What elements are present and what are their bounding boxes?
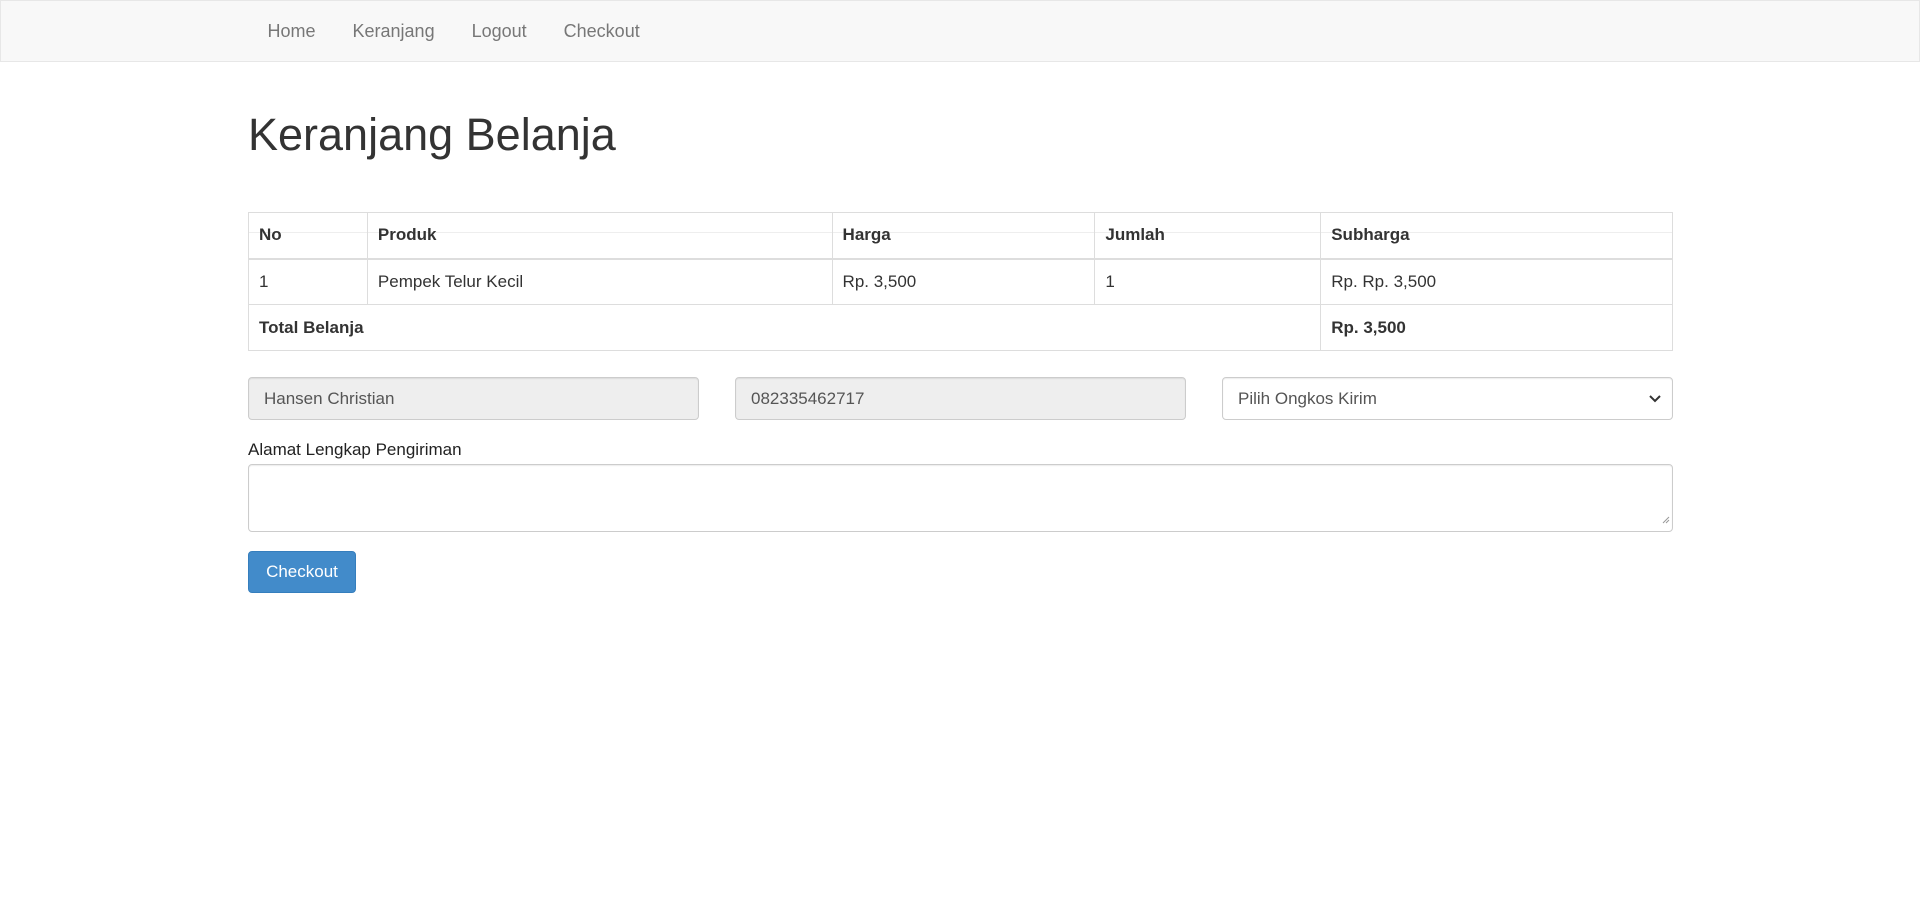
address-textarea[interactable] <box>248 464 1673 532</box>
col-header-produk: Produk <box>366 212 833 260</box>
cell-produk: Pempek Telur Kecil <box>366 258 833 305</box>
cell-jumlah: 1 <box>1094 258 1322 305</box>
checkout-button[interactable]: Checkout <box>248 551 356 593</box>
cell-no: 1 <box>248 258 368 305</box>
navbar: Home Keranjang Logout Checkout <box>0 0 1920 62</box>
total-row: Total Belanja Rp. 3,500 <box>247 304 1673 351</box>
nav-links: Home Keranjang Logout Checkout <box>249 1 658 61</box>
chevron-down-icon <box>1648 378 1662 419</box>
customer-phone-field[interactable]: 082335462717 <box>735 377 1186 420</box>
total-value: Rp. 3,500 <box>1320 304 1673 351</box>
total-label: Total Belanja <box>247 304 1322 351</box>
col-header-jumlah: Jumlah <box>1094 212 1322 260</box>
table-header-row: No Produk Harga Jumlah Subharga <box>248 212 1673 260</box>
customer-form-row: Hansen Christian 082335462717 Pilih Ongk… <box>248 377 1673 420</box>
address-label: Alamat Lengkap Pengiriman <box>248 440 462 459</box>
cell-subharga: Rp. Rp. 3,500 <box>1320 258 1673 305</box>
nav-home-link[interactable]: Home <box>249 1 334 61</box>
col-header-no: No <box>248 212 368 260</box>
resize-handle-icon[interactable] <box>1660 508 1670 529</box>
nav-logout-link[interactable]: Logout <box>453 1 545 61</box>
nav-checkout-link[interactable]: Checkout <box>545 1 658 61</box>
customer-name-field[interactable]: Hansen Christian <box>248 377 699 420</box>
col-header-subharga: Subharga <box>1320 212 1673 260</box>
main-container: Keranjang Belanja No Produk Harga Jumlah… <box>247 62 1673 593</box>
nav-keranjang-link[interactable]: Keranjang <box>334 1 453 61</box>
shipping-cost-select[interactable]: Pilih Ongkos Kirim <box>1222 377 1673 420</box>
page-title: Keranjang Belanja <box>248 109 616 160</box>
cell-harga: Rp. 3,500 <box>831 258 1096 305</box>
shipping-cost-select-value: Pilih Ongkos Kirim <box>1238 389 1377 408</box>
table-row: 1 Pempek Telur Kecil Rp. 3,500 1 Rp. Rp.… <box>248 258 1673 305</box>
col-header-harga: Harga <box>831 212 1096 260</box>
cart-table: No Produk Harga Jumlah Subharga 1 Pempek… <box>247 212 1673 351</box>
